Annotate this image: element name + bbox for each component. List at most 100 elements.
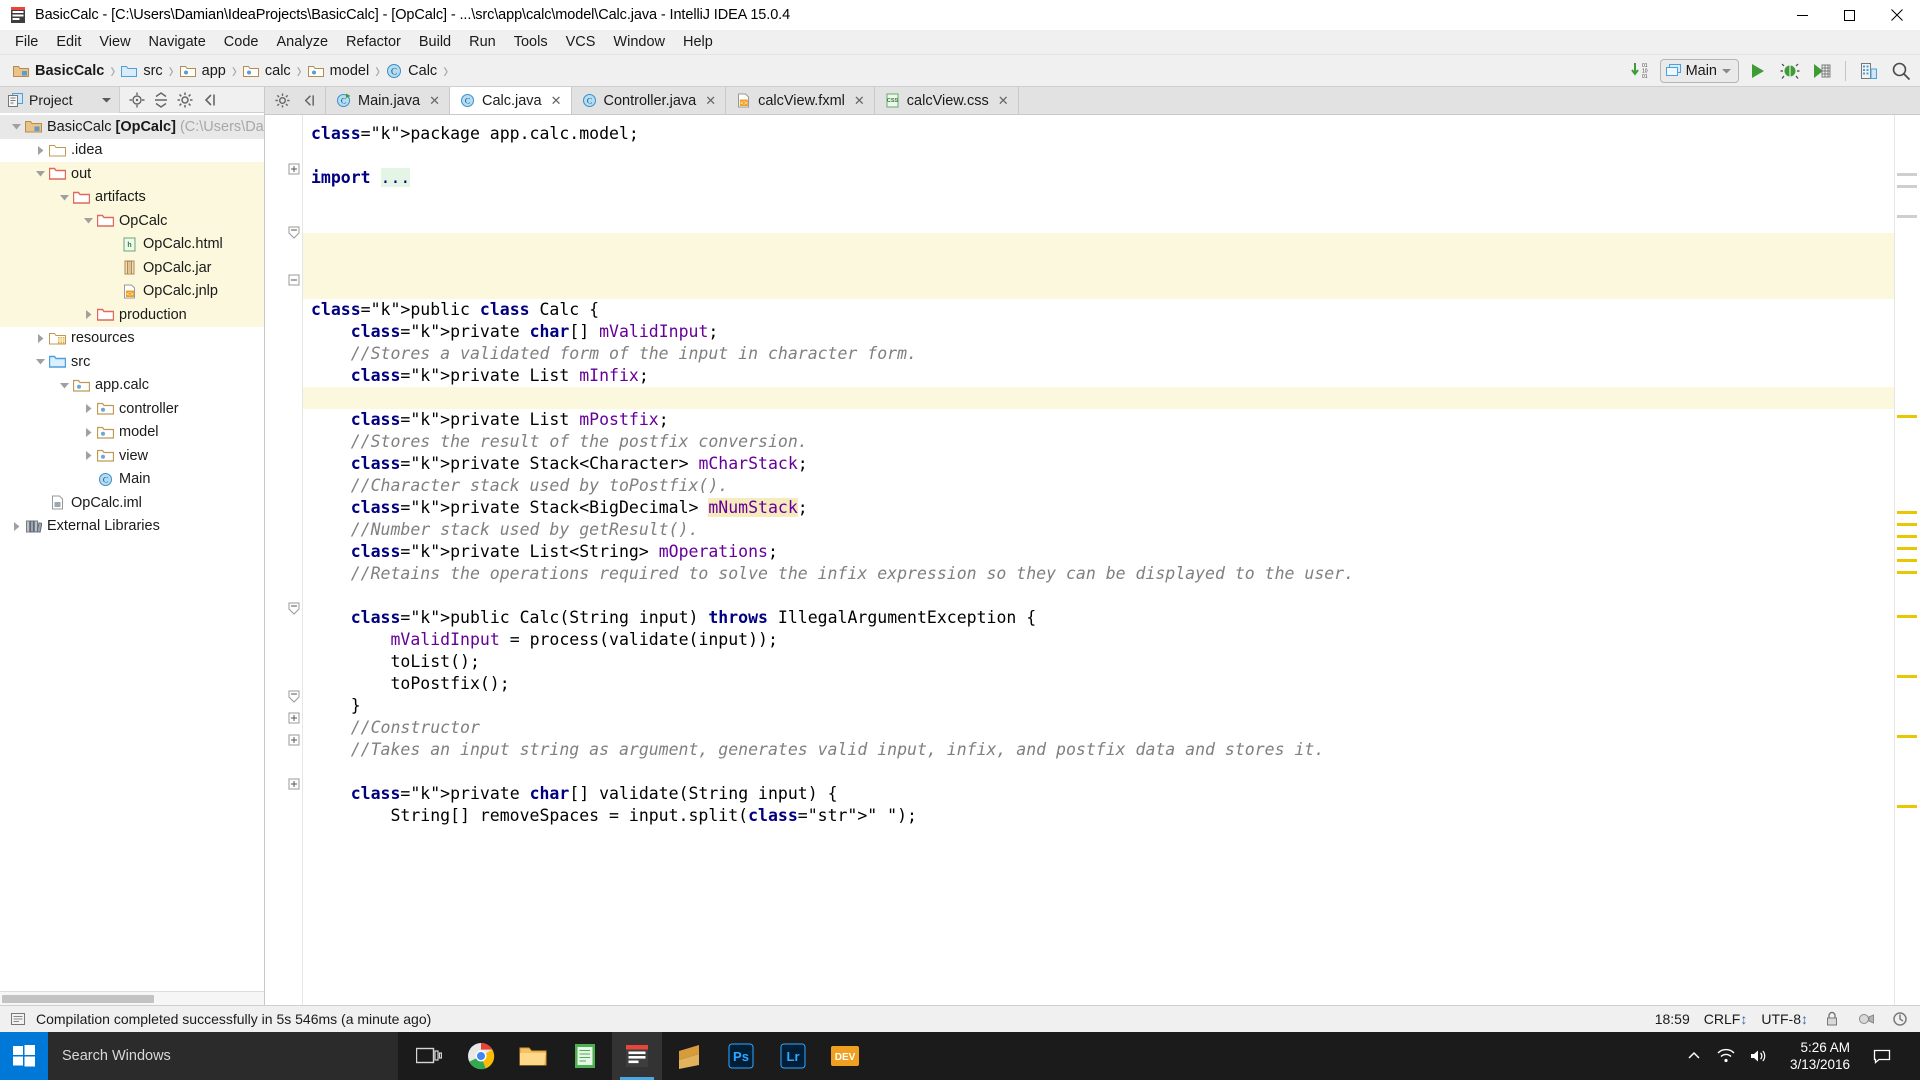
file-explorer-icon[interactable] (508, 1032, 558, 1080)
sublime-icon[interactable] (664, 1032, 714, 1080)
scrollbar-thumb[interactable] (2, 995, 154, 1003)
menu-code[interactable]: Code (215, 31, 268, 53)
notes-icon[interactable] (560, 1032, 610, 1080)
menu-build[interactable]: Build (410, 31, 460, 53)
run-button[interactable] (1745, 59, 1771, 83)
tree-expander[interactable] (80, 427, 96, 438)
hide-icon[interactable] (297, 90, 319, 112)
background-tasks-icon[interactable] (1890, 1009, 1910, 1029)
encoding-indicator[interactable]: UTF-8↕ (1761, 1011, 1808, 1027)
tree-item-opcalc[interactable]: OpCalc (0, 209, 264, 233)
menu-tools[interactable]: Tools (505, 31, 557, 53)
show-hidden-icons-icon[interactable] (1684, 1046, 1704, 1066)
tree-expander[interactable] (56, 192, 72, 203)
tree-item-external-libraries[interactable]: External Libraries (0, 515, 264, 539)
search-windows-box[interactable]: Search Windows (48, 1032, 398, 1080)
menu-refactor[interactable]: Refactor (337, 31, 410, 53)
hide-icon[interactable] (198, 89, 220, 111)
sidebar-horizontal-scrollbar[interactable] (0, 991, 264, 1005)
show-desktop-button[interactable] (1904, 1032, 1912, 1080)
editor-tab-calcview-fxml[interactable]: <> calcView.fxml ✕ (726, 87, 875, 114)
tree-item-idea[interactable]: .idea (0, 139, 264, 163)
breadcrumb-item-src[interactable]: src (118, 62, 165, 80)
debug-button[interactable] (1777, 59, 1803, 83)
tree-item-resources[interactable]: resources (0, 327, 264, 351)
tree-expander[interactable] (80, 450, 96, 461)
editor-tab-calcview-css[interactable]: CSS calcView.css ✕ (874, 87, 1019, 114)
tree-expander[interactable] (8, 121, 24, 132)
menu-view[interactable]: View (90, 31, 139, 53)
menu-run[interactable]: Run (460, 31, 505, 53)
tree-item-opcalc-jar[interactable]: OpCalc.jar (0, 256, 264, 280)
menu-edit[interactable]: Edit (47, 31, 90, 53)
run-configuration-selector[interactable]: Main (1659, 58, 1739, 83)
breadcrumb-item-basiccalc[interactable]: BasicCalc (10, 62, 107, 80)
network-icon[interactable] (1716, 1046, 1736, 1066)
tree-item-controller[interactable]: controller (0, 397, 264, 421)
menu-analyze[interactable]: Analyze (267, 31, 337, 53)
tree-item-model[interactable]: model (0, 421, 264, 445)
lock-icon[interactable] (1822, 1009, 1842, 1029)
chrome-icon[interactable] (456, 1032, 506, 1080)
start-button[interactable] (0, 1032, 48, 1080)
editor-tab-controller-java[interactable]: C Controller.java ✕ (571, 87, 727, 114)
minimize-button[interactable] (1779, 0, 1826, 30)
tree-expander[interactable] (32, 145, 48, 156)
collapse-all-icon[interactable] (150, 89, 172, 111)
tree-item-main[interactable]: C Main (0, 468, 264, 492)
tree-expander[interactable] (32, 168, 48, 179)
menu-file[interactable]: File (6, 31, 47, 53)
close-icon[interactable]: ✕ (854, 93, 865, 109)
chevron-down-icon[interactable] (102, 97, 111, 103)
breadcrumb-item-calc[interactable]: calc (240, 62, 294, 80)
taskbar-clock[interactable]: 5:26 AM 3/13/2016 (1780, 1039, 1860, 1073)
tree-expander[interactable] (80, 403, 96, 414)
editor-gutter[interactable] (265, 115, 303, 1005)
menu-window[interactable]: Window (604, 31, 674, 53)
tree-item-production[interactable]: production (0, 303, 264, 327)
project-structure-icon[interactable] (1856, 59, 1882, 83)
settings-icon[interactable] (271, 90, 293, 112)
menu-navigate[interactable]: Navigate (140, 31, 215, 53)
close-icon[interactable]: ✕ (998, 93, 1009, 109)
tree-expander[interactable] (56, 380, 72, 391)
search-everywhere-icon[interactable] (1888, 59, 1914, 83)
settings-icon[interactable] (174, 89, 196, 111)
tree-item-out[interactable]: out (0, 162, 264, 186)
inspection-icon[interactable] (1856, 1009, 1876, 1029)
editor-tab-calc-java[interactable]: C Calc.java ✕ (449, 87, 572, 114)
compile-icon[interactable]: 01 10 01 (1628, 59, 1654, 83)
tree-item-basiccalc[interactable]: BasicCalc [OpCalc] (C:\Users\Dam (0, 115, 264, 139)
code-scroll-region[interactable]: class="k">package app.calc.model; import… (303, 115, 1894, 1005)
action-center-icon[interactable] (1872, 1046, 1892, 1066)
tree-item-view[interactable]: view (0, 444, 264, 468)
line-separator-indicator[interactable]: CRLF↕ (1704, 1011, 1748, 1027)
dev-icon[interactable]: DEV (820, 1032, 870, 1080)
tree-expander[interactable] (80, 215, 96, 226)
photoshop-icon[interactable]: Ps (716, 1032, 766, 1080)
maximize-button[interactable] (1826, 0, 1873, 30)
tree-expander[interactable] (32, 333, 48, 344)
locate-icon[interactable] (126, 89, 148, 111)
tree-expander[interactable] (8, 521, 24, 532)
run-with-coverage-button[interactable] (1809, 59, 1835, 83)
lightroom-icon[interactable]: Lr (768, 1032, 818, 1080)
code-editor[interactable]: class="k">package app.calc.model; import… (265, 115, 1920, 1005)
project-tab[interactable]: Project (0, 86, 120, 113)
tree-item-src[interactable]: src (0, 350, 264, 374)
tree-item-app-calc[interactable]: app.calc (0, 374, 264, 398)
volume-icon[interactable] (1748, 1046, 1768, 1066)
source-code[interactable]: class="k">package app.calc.model; import… (303, 115, 1894, 827)
close-icon[interactable]: ✕ (429, 93, 440, 109)
breadcrumb-item-model[interactable]: model (305, 62, 373, 80)
close-button[interactable] (1873, 0, 1920, 30)
tree-item-opcalc-iml[interactable]: OpCalc.iml (0, 491, 264, 515)
editor-tab-main-java[interactable]: C Main.java ✕ (326, 87, 450, 114)
breadcrumb-item-calc-class[interactable]: C Calc (383, 62, 440, 80)
tree-expander[interactable] (32, 356, 48, 367)
tree-item-opcalc-html[interactable]: h OpCalc.html (0, 232, 264, 256)
menu-help[interactable]: Help (674, 31, 722, 53)
tree-item-artifacts[interactable]: artifacts (0, 185, 264, 209)
project-tree[interactable]: BasicCalc [OpCalc] (C:\Users\Dam .idea out… (0, 113, 264, 991)
menu-vcs[interactable]: VCS (557, 31, 605, 53)
